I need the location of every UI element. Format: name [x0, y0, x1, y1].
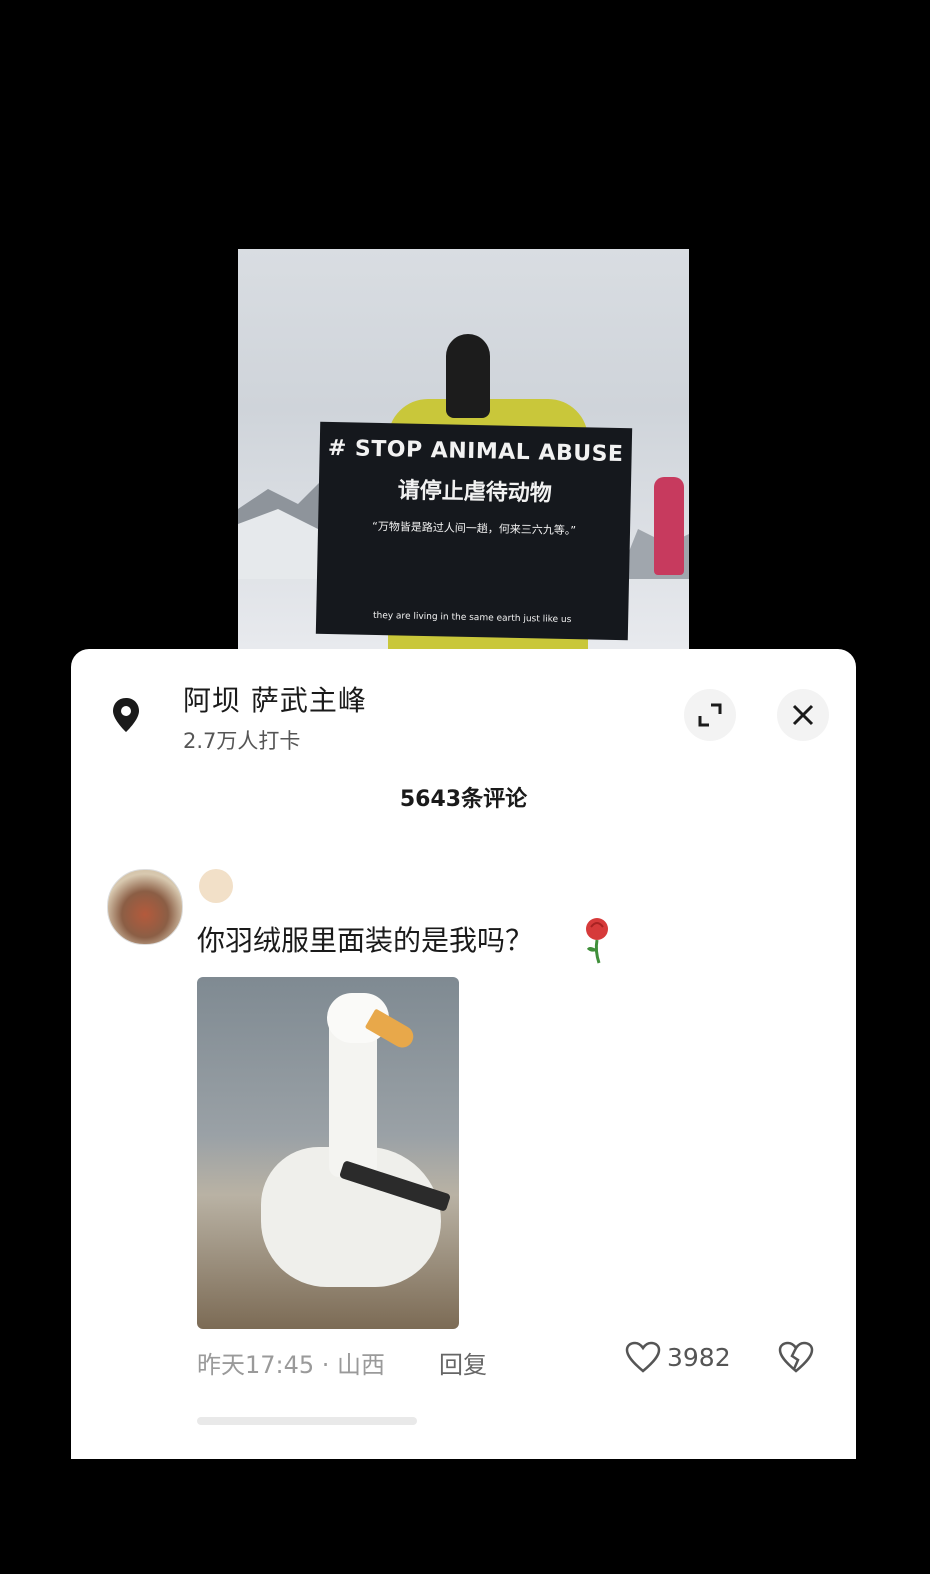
background-person [654, 477, 684, 575]
avatar[interactable] [107, 869, 183, 945]
person-head [446, 334, 490, 418]
reply-button[interactable]: 回复 [439, 1345, 487, 1380]
comment-image[interactable] [197, 977, 459, 1329]
comments-sheet: 阿坝 萨武主峰 2.7万人打卡 5643条评论 你羽绒服里面装的是我吗？ 昨天1… [71, 649, 856, 1459]
like-button[interactable]: 3982 [625, 1341, 731, 1373]
map-pin-icon [113, 698, 139, 732]
rose-icon [586, 918, 608, 964]
location-title[interactable]: 阿坝 萨武主峰 [183, 679, 367, 719]
expand-button[interactable] [684, 689, 736, 741]
close-button[interactable] [777, 689, 829, 741]
comment-text: 你羽绒服里面装的是我吗？ [197, 924, 534, 957]
user-badge-icon [199, 869, 233, 903]
banner-quote: “万物皆是路过人间一趟，何来三六九等。” [371, 519, 577, 538]
close-icon [792, 704, 814, 726]
expand-icon [698, 703, 722, 727]
protest-banner: # STOP ANIMAL ABUSE 请停止虐待动物 “万物皆是路过人间一趟，… [315, 421, 633, 641]
dislike-button[interactable] [778, 1341, 814, 1377]
banner-footer: they are living in the same earth just l… [372, 610, 572, 626]
banner-title: # STOP ANIMAL ABUSE [327, 435, 624, 468]
like-count: 3982 [667, 1342, 731, 1372]
video-frame[interactable]: # STOP ANIMAL ABUSE 请停止虐待动物 “万物皆是路过人间一趟，… [238, 249, 689, 649]
banner-chinese: 请停止虐待动物 [397, 478, 553, 507]
comment-count: 5643条评论 [399, 787, 528, 812]
broken-heart-icon [778, 1341, 814, 1373]
blurred-replies-preview [197, 1417, 417, 1425]
heart-icon [625, 1341, 661, 1373]
comment-time-location: 昨天17:45 · 山西 [197, 1351, 386, 1379]
location-checkins: 2.7万人打卡 [183, 729, 301, 753]
